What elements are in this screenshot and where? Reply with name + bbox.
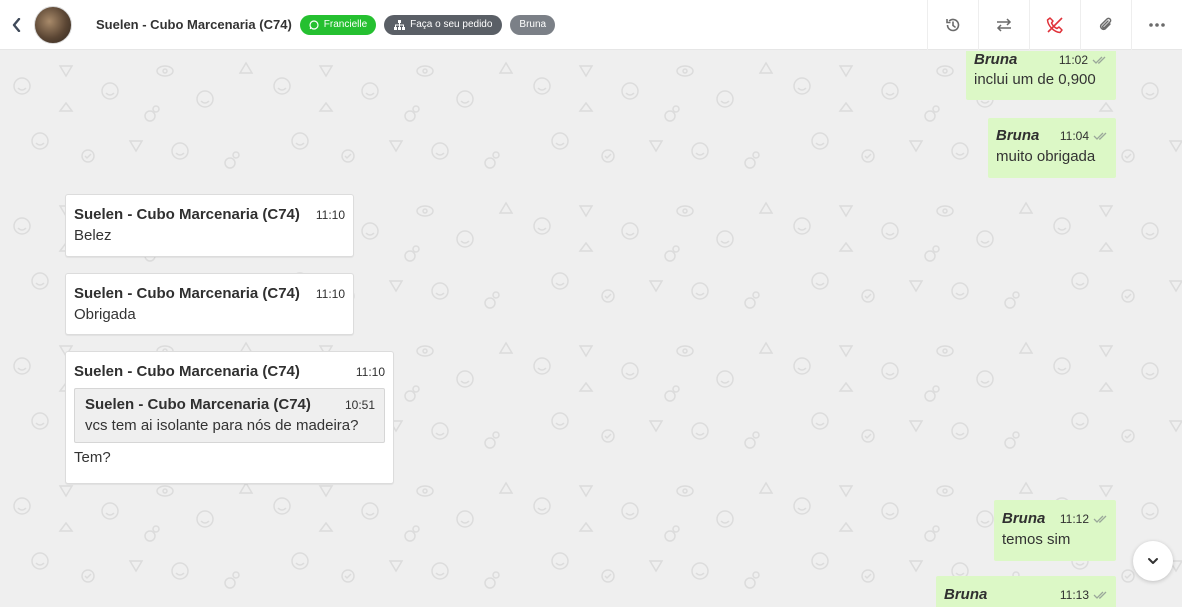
message-time: 11:10 <box>315 286 345 301</box>
message-time: 11:10 <box>315 207 345 222</box>
message-sender: Bruna <box>996 127 1040 144</box>
quote-text: vcs tem ai isolante para nós de madeira? <box>85 417 359 434</box>
chevron-left-icon <box>12 17 21 32</box>
message-incoming[interactable]: Suelen - Cubo Marcenaria (C74) 11:10 Bel… <box>65 194 354 257</box>
tag-user[interactable]: Bruna <box>510 14 556 35</box>
message-header: Bruna 11:13 <box>944 586 1108 603</box>
tag-label: Francielle <box>323 19 368 30</box>
chat-area[interactable]: Bruna 11:02 inclui um de 0,900 Bruna 11:… <box>0 51 1182 607</box>
history-button[interactable] <box>927 0 978 50</box>
message-time: 11:02 <box>1058 52 1088 67</box>
message-time-wrap: 11:02 <box>1059 53 1107 67</box>
message-header: Suelen - Cubo Marcenaria (C74) 11:10 <box>74 206 345 223</box>
back-button[interactable] <box>0 0 34 50</box>
hangup-icon <box>1046 17 1063 34</box>
message-header: Bruna 11:12 <box>1002 510 1108 527</box>
message-time: 11:10 <box>355 364 385 379</box>
tag-connection[interactable]: Francielle <box>299 14 377 35</box>
message-time-wrap: 11:12 <box>1060 512 1108 526</box>
message-incoming[interactable]: Suelen - Cubo Marcenaria (C74) 11:10 Obr… <box>65 273 354 335</box>
hangup-button[interactable] <box>1029 0 1080 50</box>
message-text: Belez <box>74 227 112 244</box>
message-outgoing[interactable]: Bruna 11:13 <box>936 576 1116 607</box>
tag-label: Bruna <box>519 19 547 30</box>
avatar[interactable] <box>34 5 72 44</box>
history-icon <box>946 18 960 32</box>
message-time-wrap: 11:13 <box>1060 588 1108 602</box>
quote-time: 10:51 <box>344 397 375 412</box>
message-header: Suelen - Cubo Marcenaria (C74) 11:10 <box>74 363 385 380</box>
attach-button[interactable] <box>1080 0 1131 50</box>
message-sender: Bruna <box>974 51 1018 68</box>
message-incoming-reply[interactable]: Suelen - Cubo Marcenaria (C74) 11:10 Sue… <box>65 351 394 484</box>
whatsapp-icon <box>309 19 319 30</box>
message-text: inclui um de 0,900 <box>974 71 1096 88</box>
message-time: 11:12 <box>1059 511 1089 526</box>
chevron-down-icon <box>1148 558 1158 564</box>
tag-queue[interactable]: Faça o seu pedido <box>384 14 503 35</box>
transfer-icon <box>996 18 1012 32</box>
message-sender: Bruna <box>944 586 988 603</box>
message-outgoing[interactable]: Bruna 11:02 inclui um de 0,900 <box>966 51 1116 100</box>
message-outgoing[interactable]: Bruna 11:12 temos sim <box>994 500 1116 561</box>
tag-label: Faça o seu pedido <box>410 19 493 30</box>
message-sender: Suelen - Cubo Marcenaria (C74) <box>74 206 300 223</box>
message-time: 11:04 <box>1059 128 1089 143</box>
header-actions <box>927 0 1182 50</box>
message-outgoing[interactable]: Bruna 11:04 muito obrigada <box>988 118 1116 178</box>
scroll-to-bottom-button[interactable] <box>1133 541 1173 581</box>
message-header: Bruna 11:02 <box>974 51 1107 68</box>
double-check-icon <box>1093 132 1107 140</box>
message-time: 11:13 <box>1059 587 1089 602</box>
message-header: Suelen - Cubo Marcenaria (C74) 11:10 <box>74 285 345 302</box>
transfer-button[interactable] <box>978 0 1029 50</box>
double-check-icon <box>1093 591 1107 599</box>
message-text: Obrigada <box>74 306 136 323</box>
quote-sender: Suelen - Cubo Marcenaria (C74) <box>85 396 311 413</box>
double-check-icon <box>1092 56 1106 64</box>
sitemap-icon <box>394 19 406 30</box>
message-text: muito obrigada <box>996 148 1096 165</box>
more-icon <box>1149 23 1165 27</box>
message-time-wrap: 11:04 <box>1060 129 1108 143</box>
quoted-message[interactable]: Suelen - Cubo Marcenaria (C74) 10:51 vcs… <box>74 388 385 443</box>
message-header: Bruna 11:04 <box>996 127 1108 144</box>
message-text: Tem? <box>74 449 111 466</box>
attach-icon <box>1099 17 1112 31</box>
message-text: temos sim <box>1002 531 1071 548</box>
more-button[interactable] <box>1131 0 1182 50</box>
quote-header: Suelen - Cubo Marcenaria (C74) 10:51 <box>85 396 375 413</box>
chat-header: Suelen - Cubo Marcenaria (C74) Franciell… <box>0 0 1182 50</box>
message-sender: Suelen - Cubo Marcenaria (C74) <box>74 363 300 380</box>
double-check-icon <box>1093 515 1107 523</box>
message-sender: Suelen - Cubo Marcenaria (C74) <box>74 285 300 302</box>
contact-name[interactable]: Suelen - Cubo Marcenaria (C74) <box>96 17 292 32</box>
message-sender: Bruna <box>1002 510 1046 527</box>
